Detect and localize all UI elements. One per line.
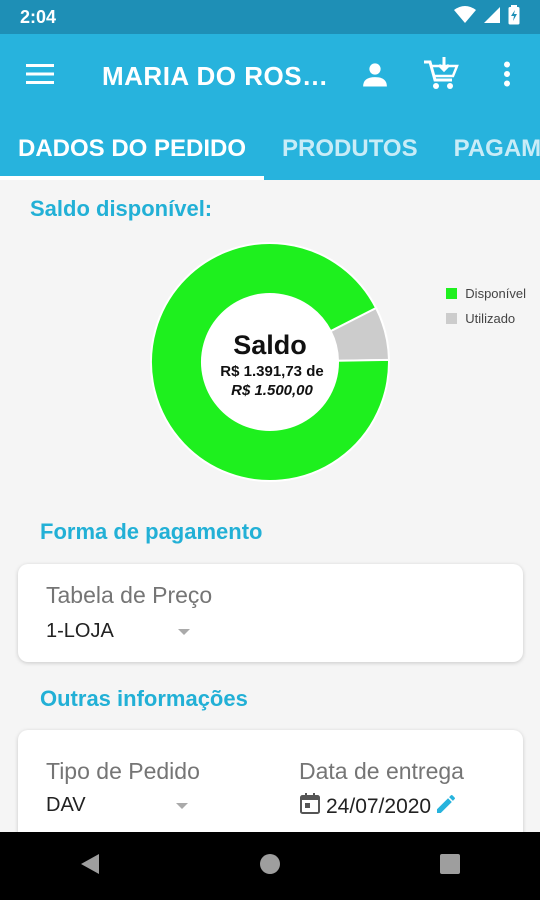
donut-center-title: Saldo — [233, 330, 307, 360]
tipo-pedido-label: Tipo de Pedido — [46, 758, 200, 784]
data-entrega-value: 24/07/2020 — [326, 795, 432, 818]
tipo-pedido-value: DAV — [46, 794, 86, 816]
donut-chart: Saldo R$ 1.391,73 de R$ 1.500,00 — [150, 242, 390, 482]
cart-download-icon — [422, 56, 460, 97]
legend-swatch — [446, 288, 458, 299]
tabela-preco-value: 1-LOJA — [46, 620, 114, 642]
tab-produtos[interactable]: PRODUTOS — [264, 118, 436, 180]
back-button[interactable] — [60, 836, 120, 896]
more-vert-icon — [503, 61, 511, 92]
status-icons — [454, 4, 520, 30]
legend-item: Disponível — [446, 286, 526, 301]
app-bar: MARIA DO ROS… — [0, 34, 540, 118]
menu-icon — [26, 63, 54, 90]
recents-square-icon — [439, 853, 461, 880]
data-entrega-field[interactable]: 24/07/2020 — [299, 792, 458, 822]
dropdown-arrow-icon — [177, 628, 190, 635]
tabela-preco-select[interactable]: 1-LOJA — [46, 620, 190, 643]
wifi-icon — [454, 5, 476, 29]
donut-center-amount: R$ 1.391,73 de — [220, 363, 323, 380]
battery-icon — [508, 4, 520, 30]
dropdown-arrow-icon — [175, 802, 188, 809]
recents-button[interactable] — [420, 836, 480, 896]
system-nav-bar — [0, 832, 540, 900]
forma-pagamento-title: Forma de pagamento — [40, 519, 263, 544]
more-button[interactable] — [474, 34, 540, 118]
tab-dados-do-pedido[interactable]: DADOS DO PEDIDO — [0, 118, 265, 180]
legend-item: Utilizado — [446, 311, 526, 326]
legend-label: Utilizado — [465, 311, 516, 326]
status-time: 2:04 — [20, 6, 57, 27]
tab-bar: DADOS DO PEDIDO PRODUTOS PAGAMEN — [0, 118, 540, 180]
menu-button[interactable] — [0, 34, 80, 118]
outras-informacoes-title: Outras informações — [40, 686, 248, 711]
tipo-pedido-select[interactable]: DAV — [46, 794, 188, 817]
signal-icon — [484, 6, 500, 29]
home-circle-icon — [258, 852, 282, 881]
home-button[interactable] — [240, 836, 300, 896]
cart-button[interactable] — [408, 34, 474, 118]
forma-pagamento-card: Tabela de Preço 1-LOJA — [18, 564, 523, 662]
app-title: MARIA DO ROS… — [102, 60, 329, 91]
saldo-chart: Saldo R$ 1.391,73 de R$ 1.500,00 Disponí… — [0, 226, 540, 496]
calendar-icon — [299, 792, 323, 822]
status-bar: 2:04 — [0, 0, 540, 34]
edit-pencil-icon[interactable] — [434, 792, 458, 822]
profile-button[interactable] — [342, 34, 408, 118]
back-triangle-icon — [79, 852, 101, 881]
chart-legend: Disponível Utilizado — [446, 286, 526, 336]
legend-swatch — [446, 313, 458, 324]
tabela-preco-label: Tabela de Preço — [46, 582, 213, 608]
data-entrega-label: Data de entrega — [299, 758, 464, 784]
legend-label: Disponível — [465, 286, 526, 301]
person-icon — [360, 59, 390, 94]
content-area: Saldo disponível: Saldo R$ 1.391,73 de R… — [0, 180, 540, 832]
saldo-title: Saldo disponível: — [30, 196, 213, 221]
tab-pagamento[interactable]: PAGAMEN — [436, 118, 540, 180]
outras-informacoes-card: Tipo de Pedido DAV Data de entrega 24/07… — [18, 730, 523, 832]
donut-center-total: R$ 1.500,00 — [231, 382, 313, 399]
